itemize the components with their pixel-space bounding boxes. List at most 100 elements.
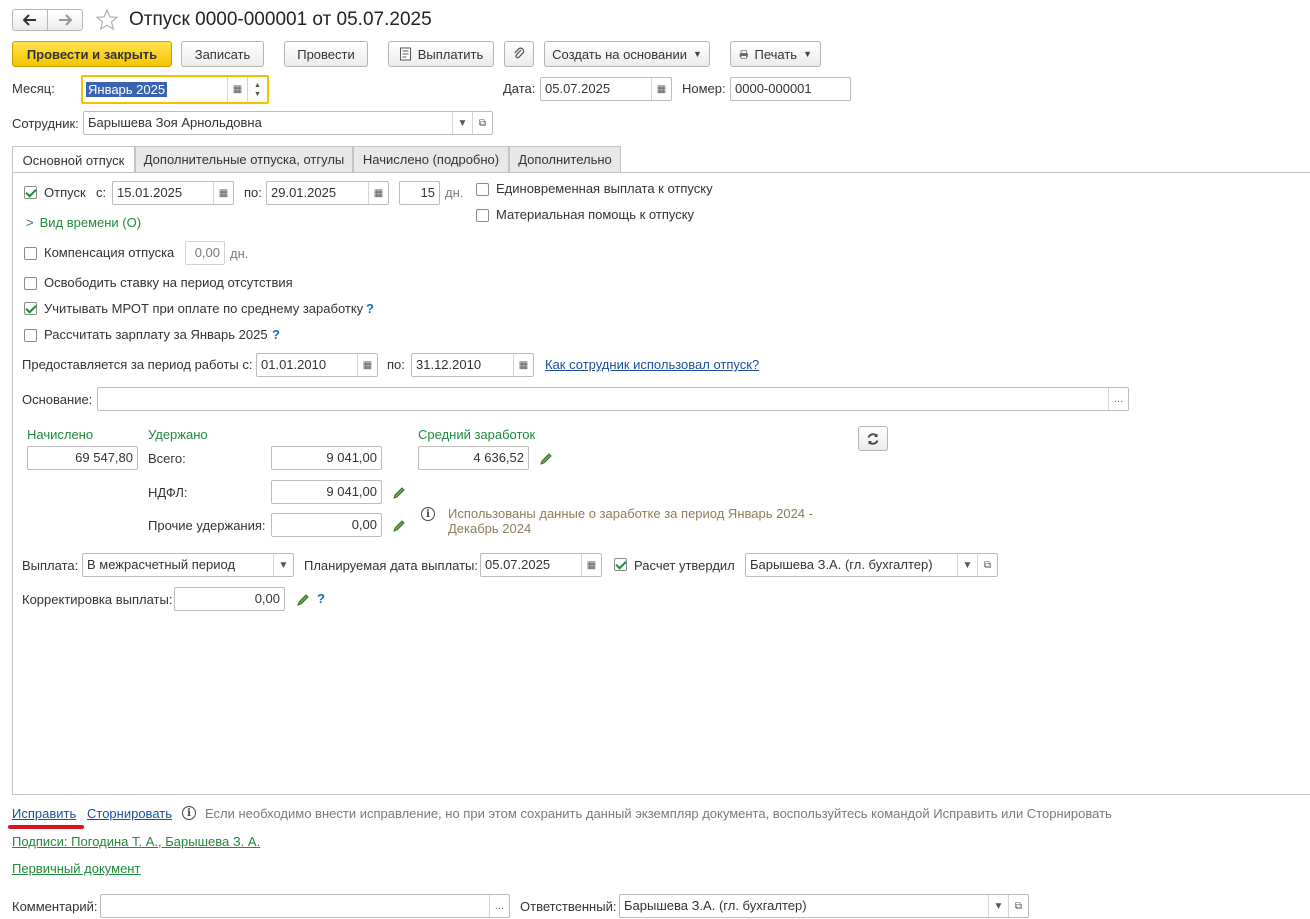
calendar-icon[interactable]: ▦: [651, 78, 671, 100]
pencil-icon[interactable]: [392, 486, 406, 500]
calendar-icon[interactable]: ▦: [357, 354, 377, 376]
comment-field[interactable]: …: [100, 894, 510, 918]
post-and-close-button[interactable]: Провести и закрыть: [12, 41, 172, 67]
planned-date-field[interactable]: 05.07.2025 ▦: [480, 553, 602, 577]
period-to-field[interactable]: 31.12.2010 ▦: [411, 353, 534, 377]
arrow-left-icon: [23, 14, 36, 26]
reverse-link[interactable]: Сторнировать: [87, 806, 172, 821]
approved-label: Расчет утвердил: [634, 558, 735, 573]
help-icon[interactable]: ?: [317, 591, 325, 606]
create-based-on-button[interactable]: Создать на основании ▼: [544, 41, 710, 67]
lump-sum-checkbox[interactable]: [476, 183, 489, 196]
chevron-down-icon[interactable]: ▼: [273, 554, 293, 576]
chevron-down-icon[interactable]: ▼: [452, 112, 472, 134]
approver-field[interactable]: Барышева З.А. (гл. бухгалтер) ▼ ⧉: [745, 553, 998, 577]
chevron-down-icon: ▼: [692, 49, 702, 59]
print-button[interactable]: Печать ▼: [730, 41, 821, 67]
date-field[interactable]: 05.07.2025 ▦: [540, 77, 672, 101]
month-field[interactable]: Январь 2025 ▦ ▲ ▼: [81, 75, 269, 104]
number-field[interactable]: 0000-000001: [730, 77, 851, 101]
open-icon[interactable]: ⧉: [977, 554, 997, 576]
calendar-icon[interactable]: ▦: [581, 554, 601, 576]
calendar-icon[interactable]: ▦: [227, 77, 247, 102]
chevron-down-icon: ▼: [803, 49, 812, 59]
chevron-down-icon[interactable]: ▼: [957, 554, 977, 576]
calendar-icon[interactable]: ▦: [213, 182, 233, 204]
basis-label: Основание:: [22, 392, 93, 407]
compensation-label: Компенсация отпуска: [44, 245, 175, 260]
pencil-icon[interactable]: [296, 593, 310, 607]
days-unit: дн.: [445, 185, 464, 200]
spin-button[interactable]: ▲ ▼: [247, 77, 267, 102]
calendar-icon[interactable]: ▦: [513, 354, 533, 376]
calendar-icon[interactable]: ▦: [368, 182, 388, 204]
correction-value: 0,00: [254, 591, 280, 606]
pay-button[interactable]: Выплатить: [388, 41, 494, 67]
withheld-label: Удержано: [148, 427, 208, 442]
vacation-to-field[interactable]: 29.01.2025 ▦: [266, 181, 389, 205]
days-value: 15: [420, 185, 435, 200]
tab-additional[interactable]: Дополнительно: [509, 146, 621, 172]
save-button[interactable]: Записать: [181, 41, 264, 67]
attach-button[interactable]: [504, 41, 534, 67]
correction-field[interactable]: 0,00: [174, 587, 285, 611]
open-icon[interactable]: ⧉: [472, 112, 492, 134]
time-kind-toggle[interactable]: > Вид времени (О): [26, 215, 141, 231]
star-icon[interactable]: [95, 8, 119, 32]
number-value: 0000-000001: [735, 81, 812, 96]
approved-checkbox[interactable]: [614, 558, 627, 571]
days-field[interactable]: 15: [399, 181, 440, 205]
comment-label: Комментарий:: [12, 899, 98, 914]
period-from-field[interactable]: 01.01.2010 ▦: [256, 353, 378, 377]
primary-document-link[interactable]: Первичный документ: [12, 861, 140, 876]
free-rate-checkbox[interactable]: [24, 277, 37, 290]
period-from-value: 01.01.2010: [261, 357, 327, 372]
tab-accrued-detailed[interactable]: Начислено (подробно): [353, 146, 509, 172]
time-kind-label: Вид времени (О): [39, 215, 142, 230]
fix-hint-text: Если необходимо внести исправление, но п…: [205, 806, 1112, 821]
back-button[interactable]: [12, 9, 48, 31]
tab-main-vacation[interactable]: Основной отпуск: [12, 146, 135, 173]
more-icon[interactable]: …: [489, 895, 509, 917]
responsible-field[interactable]: Барышева З.А. (гл. бухгалтер) ▼ ⧉: [619, 894, 1029, 918]
lump-sum-label: Единовременная выплата к отпуску: [496, 181, 713, 196]
basis-field[interactable]: …: [97, 387, 1129, 411]
vacation-checkbox[interactable]: [24, 186, 37, 199]
pencil-icon[interactable]: [539, 452, 553, 466]
help-icon[interactable]: ?: [272, 327, 280, 342]
fix-link[interactable]: Исправить: [12, 806, 76, 821]
more-icon[interactable]: …: [1108, 388, 1128, 410]
chevron-down-icon[interactable]: ▼: [988, 895, 1008, 917]
open-icon[interactable]: ⧉: [1008, 895, 1028, 917]
post-button[interactable]: Провести: [284, 41, 368, 67]
forward-button[interactable]: [47, 9, 83, 31]
mrot-checkbox[interactable]: [24, 302, 37, 315]
payment-value: В межрасчетный период: [87, 557, 236, 572]
how-used-link[interactable]: Как сотрудник использовал отпуск?: [545, 357, 759, 372]
accrued-value: 69 547,80: [75, 450, 133, 465]
compensation-unit: дн.: [230, 246, 249, 261]
help-icon[interactable]: ?: [366, 301, 374, 316]
compensation-field[interactable]: 0,00: [185, 241, 225, 265]
material-help-checkbox[interactable]: [476, 209, 489, 222]
total-value: 9 041,00: [326, 450, 377, 465]
other-deductions-field: 0,00: [271, 513, 382, 537]
period-to-label: по:: [387, 357, 405, 372]
to-label: по:: [244, 185, 262, 200]
avg-earnings-value: 4 636,52: [473, 450, 524, 465]
responsible-value: Барышева З.А. (гл. бухгалтер): [624, 898, 807, 913]
pay-button-label: Выплатить: [417, 46, 484, 62]
vacation-from-field[interactable]: 15.01.2025 ▦: [112, 181, 234, 205]
pencil-icon[interactable]: [392, 519, 406, 533]
calc-salary-checkbox[interactable]: [24, 329, 37, 342]
tab-additional-vacations[interactable]: Дополнительные отпуска, отгулы: [135, 146, 353, 172]
compensation-checkbox[interactable]: [24, 247, 37, 260]
payment-select[interactable]: В межрасчетный период ▼: [82, 553, 294, 577]
payment-label: Выплата:: [22, 558, 79, 573]
refresh-button[interactable]: [858, 426, 888, 451]
employee-value: Барышева Зоя Арнольдовна: [88, 115, 262, 130]
info-icon: i: [182, 806, 196, 820]
signatures-link[interactable]: Подписи: Погодина Т. А., Барышева З. А.: [12, 834, 260, 849]
employee-field[interactable]: Барышева Зоя Арнольдовна ▼ ⧉: [83, 111, 493, 135]
refresh-icon: [867, 432, 879, 445]
